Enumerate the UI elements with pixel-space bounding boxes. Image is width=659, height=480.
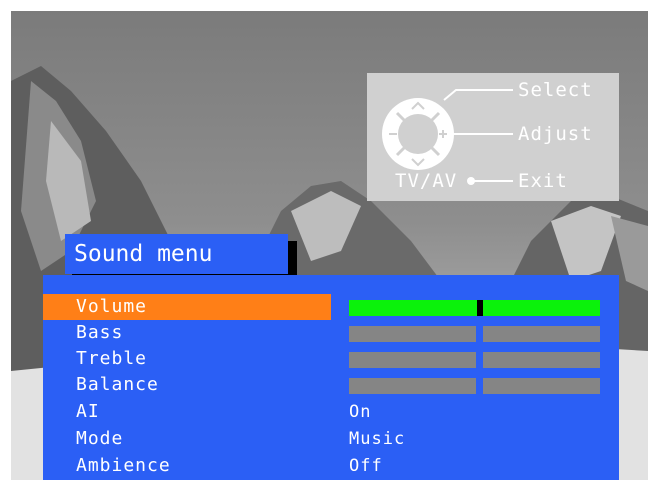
exit-label: Exit — [518, 170, 568, 192]
menu-item-label: Ambience — [76, 455, 171, 476]
volume-slider[interactable] — [349, 300, 600, 316]
slider-right-segment — [483, 378, 600, 394]
menu-item-balance[interactable]: Balance — [43, 372, 619, 398]
menu-item-label: Mode — [76, 428, 124, 449]
tvav-label: TV/AV — [395, 170, 458, 192]
remote-help-overlay: Select Adjust Exit TV/AV — [367, 73, 619, 201]
slider-right-segment — [483, 352, 600, 368]
slider-left-segment — [349, 326, 476, 342]
menu-item-label: Volume — [76, 296, 148, 317]
menu-item-mode[interactable]: Mode Music — [43, 426, 619, 452]
ai-value: On — [349, 402, 372, 422]
menu-item-ambience[interactable]: Ambience Off — [43, 453, 619, 479]
menu-item-label: AI — [76, 401, 100, 422]
menu-item-ai[interactable]: AI On — [43, 399, 619, 425]
menu-item-label: Balance — [76, 374, 159, 395]
menu-item-treble[interactable]: Treble — [43, 346, 619, 372]
slider-right-segment — [483, 326, 600, 342]
bass-slider[interactable] — [349, 326, 600, 342]
menu-item-bass[interactable]: Bass — [43, 320, 619, 346]
slider-left-segment — [349, 378, 476, 394]
treble-slider[interactable] — [349, 352, 600, 368]
slider-marker[interactable] — [477, 300, 483, 316]
mode-value: Music — [349, 429, 406, 449]
ambience-value: Off — [349, 456, 383, 476]
menu-item-label: Treble — [76, 348, 148, 369]
slider-left-segment — [349, 352, 476, 368]
menu-item-volume[interactable]: Volume — [43, 294, 619, 320]
adjust-label: Adjust — [518, 123, 593, 145]
select-label: Select — [518, 79, 593, 101]
slider-track — [349, 300, 600, 316]
menu-item-label: Bass — [76, 322, 124, 343]
sound-menu-panel: Volume Bass Treble Balance AI On Mode Mu… — [43, 275, 619, 480]
balance-slider[interactable] — [349, 378, 600, 394]
menu-title: Sound menu — [65, 234, 288, 274]
